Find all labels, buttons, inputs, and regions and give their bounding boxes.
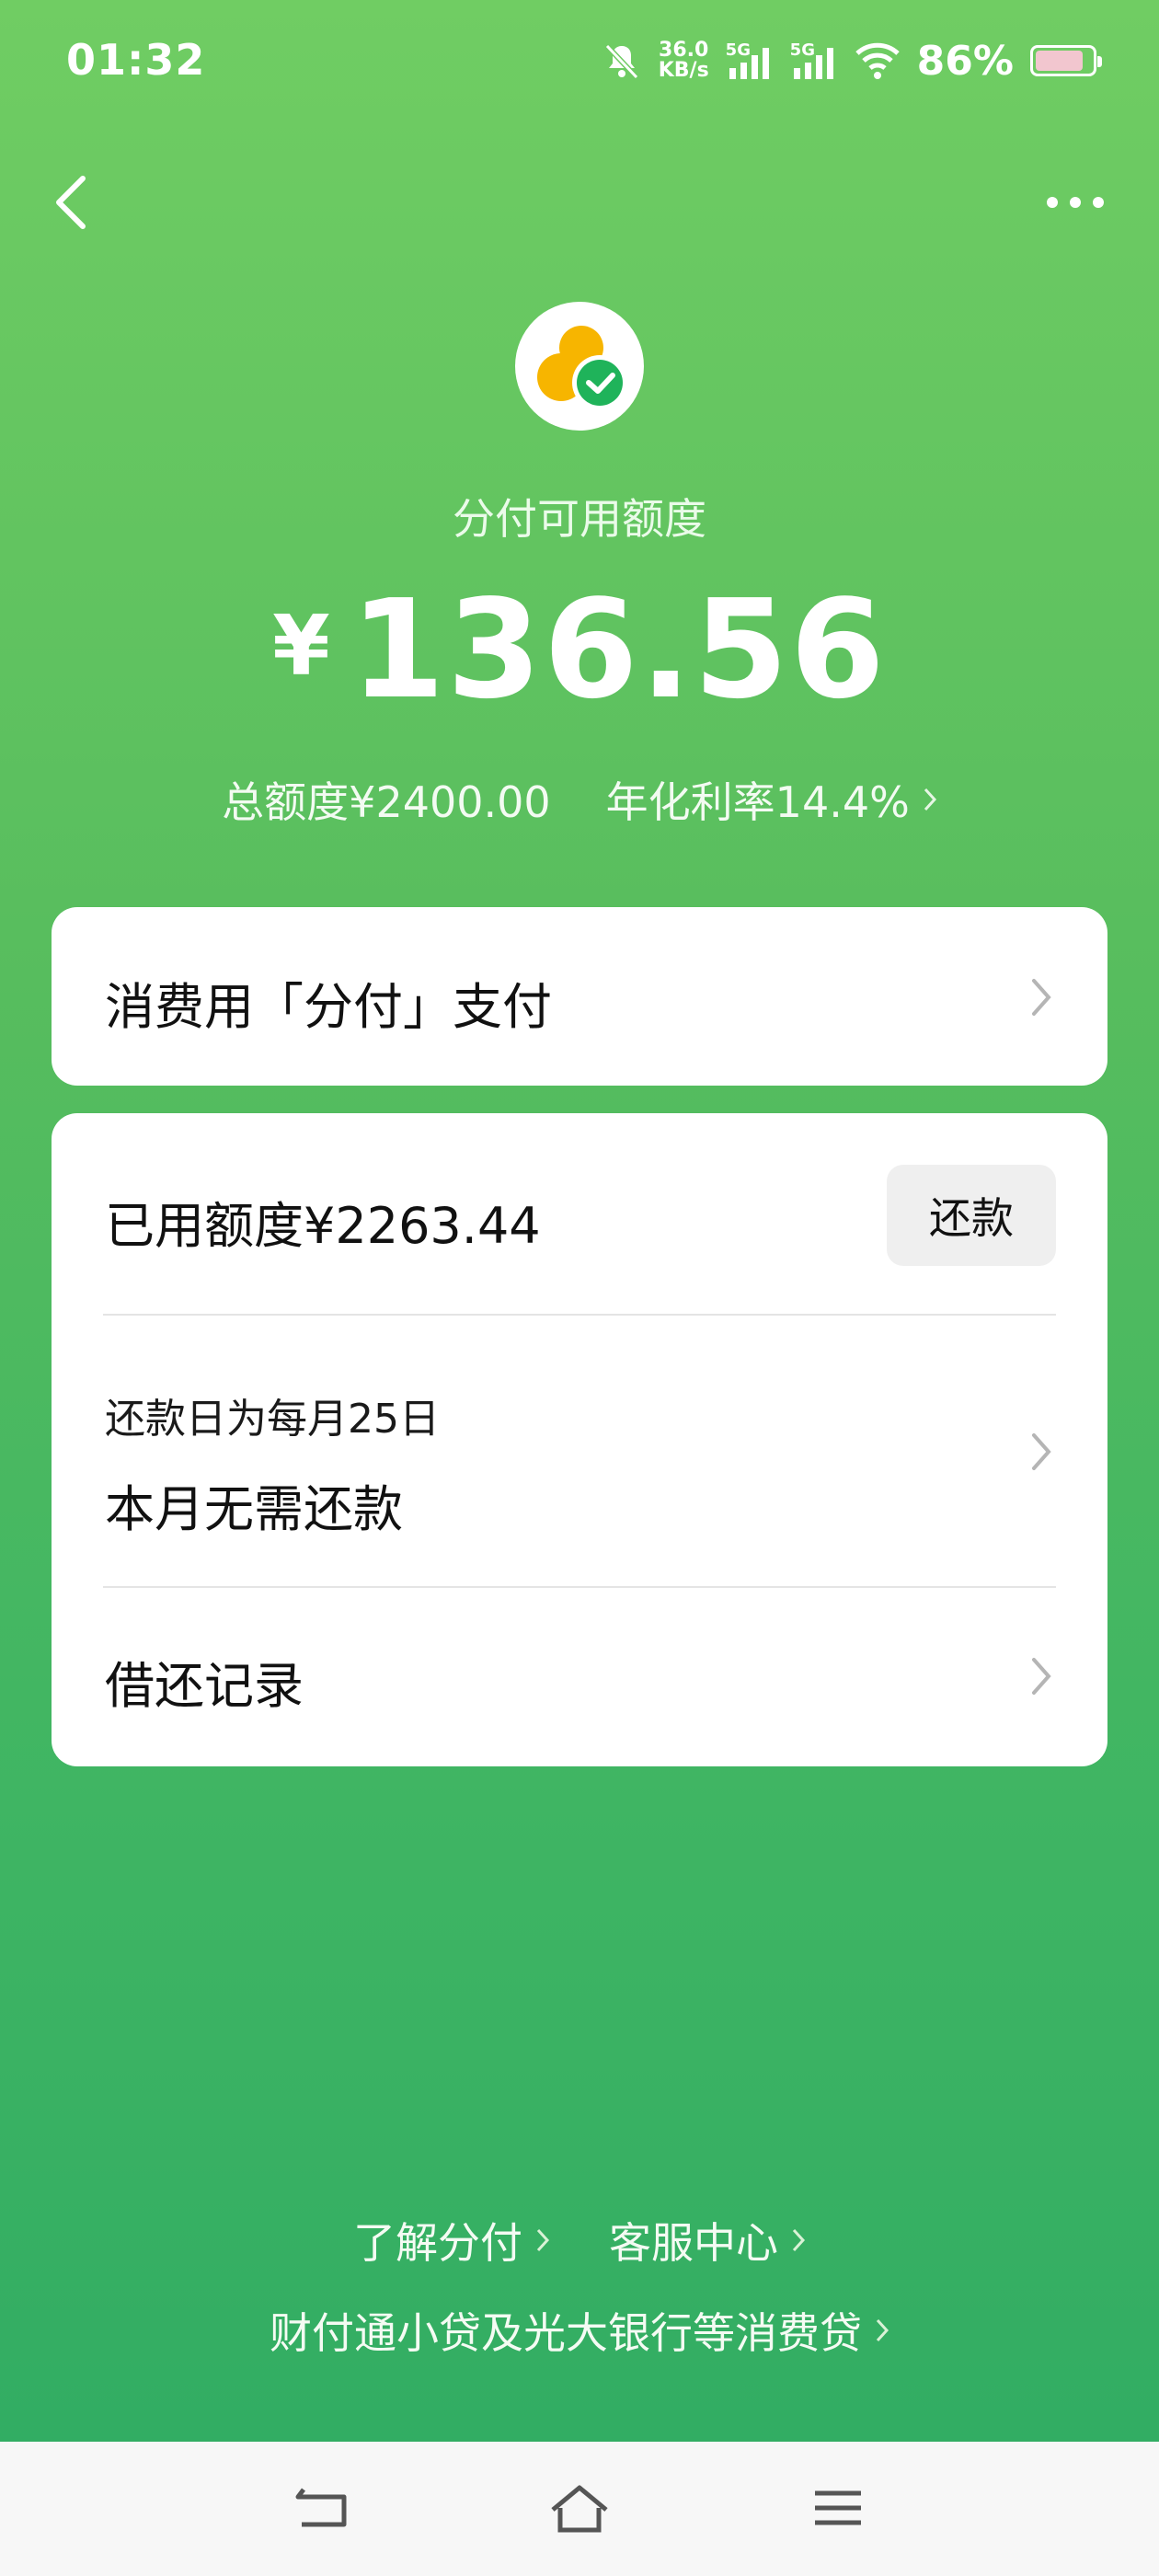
back-nav-button[interactable] (289, 2480, 353, 2536)
signal-icon (793, 48, 833, 79)
signal-2: 5G (790, 40, 838, 81)
back-button[interactable] (46, 166, 101, 239)
learn-fenfu-label: 了解分付 (353, 2218, 522, 2268)
menu-nav-button[interactable] (806, 2480, 870, 2536)
available-quota-title: 分付可用额度 (453, 494, 706, 544)
fenfu-logo-icon (537, 326, 627, 410)
signal-icon (729, 48, 769, 79)
loan-records-label: 借还记录 (105, 1657, 304, 1715)
pay-with-fenfu-label: 消费用「分付」支付 (105, 978, 552, 1036)
available-amount: ¥136.56 (0, 570, 1159, 729)
chevron-right-icon (1032, 1658, 1051, 1695)
chevron-right-icon (924, 788, 936, 811)
repay-button[interactable]: 还款 (887, 1165, 1056, 1266)
total-quota: 总额度¥2400.00 (222, 777, 551, 827)
signal-1: 5G (726, 40, 774, 81)
annual-rate-link[interactable]: 年化利率14.4% (606, 769, 937, 830)
back-nav-icon (295, 2488, 347, 2527)
customer-service-label: 客服中心 (609, 2218, 778, 2268)
status-icons: 36.0 KB/s 5G 5G 86% (602, 33, 1102, 88)
chevron-right-icon (1032, 1433, 1051, 1470)
chevron-right-icon (536, 2228, 550, 2252)
net-speed: 36.0 KB/s (659, 40, 709, 81)
chevron-right-icon (1032, 979, 1051, 1016)
wifi-icon (855, 42, 900, 79)
pay-with-fenfu-card[interactable]: 消费用「分付」支付 (52, 907, 1107, 1086)
more-button[interactable] (1034, 175, 1117, 230)
home-nav-icon (551, 2485, 608, 2533)
repayment-card: 已用额度¥2263.44 还款 还款日为每月25日 本月无需还款 借还记录 (52, 1113, 1107, 1766)
available-amount-value: 136.56 (350, 570, 887, 729)
mute-bell-icon (604, 43, 638, 80)
net-speed-value: 36.0 (659, 39, 709, 62)
battery-icon (1030, 45, 1102, 76)
quota-info-row: 总额度¥2400.00 年化利率14.4% (0, 769, 1159, 830)
lender-note-label: 财付通小贷及光大银行等消费贷 (270, 2308, 862, 2358)
net-speed-unit: KB/s (658, 59, 709, 82)
more-dots-icon (1047, 197, 1104, 208)
lender-note: 财付通小贷及光大银行等消费贷 (0, 2300, 1159, 2361)
annual-rate-label: 年化利率14.4% (605, 777, 910, 827)
loan-records-row[interactable]: 借还记录 (52, 1588, 1107, 1766)
lender-note-link[interactable]: 财付通小贷及光大银行等消费贷 (270, 2300, 889, 2361)
chevron-right-icon (876, 2318, 889, 2342)
menu-nav-icon (815, 2490, 861, 2525)
chevron-left-icon (56, 176, 86, 229)
status-time: 01:32 (66, 35, 206, 85)
due-status-text: 本月无需还款 (105, 1480, 403, 1538)
battery-percent: 86% (916, 37, 1014, 85)
customer-service-link[interactable]: 客服中心 (609, 2210, 806, 2271)
due-day-text: 还款日为每月25日 (105, 1396, 440, 1443)
home-nav-button[interactable] (547, 2480, 612, 2536)
currency-symbol: ¥ (272, 598, 330, 695)
learn-fenfu-link[interactable]: 了解分付 (353, 2210, 550, 2271)
battery-fill (1036, 51, 1083, 71)
system-navbar (0, 2442, 1159, 2576)
due-date-row[interactable]: 还款日为每月25日 本月无需还款 (52, 1316, 1107, 1586)
used-quota: 已用额度¥2263.44 (105, 1197, 541, 1255)
fenfu-logo (515, 302, 644, 431)
footer-links: 了解分付 客服中心 (0, 2210, 1159, 2271)
chevron-right-icon (792, 2228, 806, 2252)
